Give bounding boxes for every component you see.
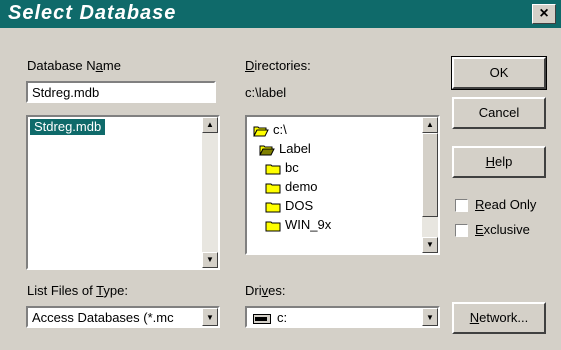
file-type-select[interactable]: Access Databases (*.mc ▼ — [26, 306, 220, 328]
select-database-dialog: Select Database × Database Name Stdreg.m… — [0, 0, 561, 350]
chevron-down-icon[interactable]: ▼ — [202, 308, 218, 326]
drives-select[interactable]: c: ▼ — [245, 306, 440, 328]
database-name-input[interactable]: Stdreg.mdb — [26, 81, 216, 103]
folder-icon — [265, 220, 281, 232]
drives-label: Drives: — [245, 283, 286, 298]
directory-item-bc[interactable]: bc — [265, 159, 299, 177]
scroll-thumb[interactable] — [422, 133, 438, 217]
directories-label: Directories: — [245, 58, 311, 73]
folder-icon — [265, 201, 281, 213]
exclusive-checkbox[interactable] — [455, 224, 468, 237]
database-name-label: Database Name — [27, 58, 121, 73]
help-button[interactable]: Help — [452, 146, 546, 178]
network-button[interactable]: Network... — [452, 302, 546, 334]
cancel-button[interactable]: Cancel — [452, 97, 546, 129]
folder-icon — [265, 182, 281, 194]
read-only-label[interactable]: Read Only — [475, 197, 536, 212]
scroll-down-arrow-icon[interactable]: ▼ — [422, 237, 438, 253]
window-title: Select Database — [8, 2, 177, 24]
directory-item-dos[interactable]: DOS — [265, 197, 313, 215]
file-type-label: List Files of Type: — [27, 283, 128, 298]
directory-tree-scrollbar[interactable]: ▲ ▼ — [422, 117, 438, 253]
database-file-list[interactable]: Stdreg.mdb ▲ ▼ — [26, 115, 220, 270]
directory-item-root[interactable]: c:\ — [253, 121, 287, 139]
scroll-up-arrow-icon[interactable]: ▲ — [202, 117, 218, 133]
read-only-checkbox[interactable] — [455, 199, 468, 212]
drive-value: c: — [253, 310, 287, 325]
open-folder-icon — [253, 125, 269, 137]
file-list-scrollbar[interactable]: ▲ ▼ — [202, 117, 218, 268]
directory-item-label[interactable]: Label — [259, 140, 311, 158]
scroll-down-arrow-icon[interactable]: ▼ — [202, 252, 218, 268]
folder-icon — [265, 163, 281, 175]
chevron-down-icon[interactable]: ▼ — [422, 308, 438, 326]
database-name-value: Stdreg.mdb — [32, 85, 100, 100]
directory-tree[interactable]: c:\ Label bc demo DOS WIN_9x ▲ ▼ — [245, 115, 440, 255]
open-folder-icon — [259, 144, 275, 156]
current-directory-path: c:\label — [245, 85, 287, 100]
drive-icon — [253, 313, 271, 324]
exclusive-label[interactable]: Exclusive — [475, 222, 530, 237]
scroll-up-arrow-icon[interactable]: ▲ — [422, 117, 438, 133]
title-bar: Select Database × — [0, 0, 561, 28]
ok-button[interactable]: OK — [451, 56, 547, 90]
file-type-value: Access Databases (*.mc — [32, 310, 174, 325]
list-item[interactable]: Stdreg.mdb — [30, 119, 106, 135]
directory-item-demo[interactable]: demo — [265, 178, 318, 196]
directory-item-win9x[interactable]: WIN_9x — [265, 216, 331, 234]
close-button[interactable]: × — [532, 4, 556, 24]
